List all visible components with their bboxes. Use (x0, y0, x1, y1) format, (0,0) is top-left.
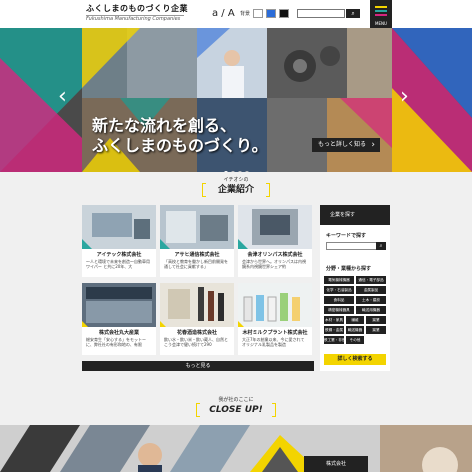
hero-headline-line1: 新たな流れを創る、 (92, 116, 237, 135)
company-photo (82, 283, 156, 327)
company-desc: 会津から世界へ。オリンパスは内視鏡系内視鏡世界シェア約 (242, 259, 306, 269)
closeup-pre-label: 我が社のここに (218, 397, 254, 403)
card-corner-badge (160, 321, 166, 327)
company-name: 会津オリンパス株式会社 (247, 252, 303, 258)
background-label: 背景 (240, 11, 251, 17)
companies-pre-label: イチオシの (223, 177, 249, 183)
category-tag[interactable]: 食料品 (324, 296, 354, 304)
bg-swatch-white[interactable] (253, 9, 263, 18)
menu-label: MENU (375, 21, 387, 26)
card-corner-badge (82, 239, 92, 249)
hero-prev-arrow[interactable]: ‹ (58, 86, 67, 108)
closeup-photos (0, 425, 472, 472)
company-card[interactable]: 花春酒造株式会社 飲い水・飲い米・飲い蔵人、自然とこう会津で健い続けて290 (160, 283, 234, 355)
category-tag[interactable]: 木材・家具 (324, 316, 344, 324)
category-tag[interactable]: 土木・建設 (356, 296, 386, 304)
menu-button[interactable]: MENU (370, 0, 392, 28)
category-tag[interactable]: 化学・石油製品 (324, 286, 354, 294)
closeup-title: CLOSE UP! (209, 405, 263, 415)
hero-pagination (224, 160, 252, 172)
category-tag[interactable]: 窯業 (366, 326, 386, 334)
category-tag[interactable]: その他 (346, 336, 364, 344)
hamburger-icon (375, 6, 387, 18)
category-tag[interactable]: 輸送用機器 (356, 306, 386, 314)
bg-swatch-black[interactable] (279, 9, 289, 18)
site-header: ふくしまのものづくり企業 Fukushima Manufacturing Com… (0, 0, 472, 28)
hero-dot[interactable] (245, 171, 249, 172)
company-photo (238, 205, 312, 249)
category-tag[interactable]: 鉄鋼・金属 (324, 326, 344, 334)
category-tag[interactable]: 精密機械器具 (324, 306, 354, 314)
company-name: アサヒ通信株式会社 (174, 252, 220, 258)
advanced-search-button[interactable]: 詳しく検索する (324, 354, 386, 365)
hero-slider: ‹ › 新たな流れを創る、 ふくしまのものづくり。 もっと詳しく知る (0, 28, 472, 172)
company-name: 株式会社丸大産業 (98, 330, 139, 336)
logo-subtitle: Fukushima Manufacturing Companies (86, 15, 184, 23)
bg-swatch-blue[interactable] (266, 9, 276, 18)
hero-more-button[interactable]: もっと詳しく知る (312, 138, 380, 152)
category-tag[interactable]: 通信・電子部品 (356, 276, 386, 284)
font-size-toggle[interactable]: a / A (212, 8, 235, 19)
search-button[interactable]: ⌕ (346, 9, 360, 18)
category-tag[interactable]: 金属製品 (356, 286, 386, 294)
card-corner-badge (238, 239, 248, 249)
logo-title: ふくしまのものづくり企業 (86, 4, 188, 13)
card-corner-badge (160, 239, 170, 249)
keyword-search-input[interactable] (326, 242, 378, 250)
companies-title: 企業紹介 (217, 185, 254, 195)
category-tag[interactable]: 窯業 (366, 316, 386, 324)
company-name: アイテック株式会社 (96, 252, 142, 258)
company-photo (238, 283, 312, 327)
company-desc: 「高校と教育を働かし新目前開発を通して社会に貢献する」 (164, 259, 228, 269)
company-desc: 〜人と環境で未来を創造〜自動車用ワイパー と共に20年、大 (86, 259, 150, 269)
company-photo (160, 205, 234, 249)
company-card[interactable]: 株式会社丸大産業 総安育生「安心する」をモットーに、弊社社の有形和地の、有限 (82, 283, 156, 355)
keyword-search-label: キーワードで探す (326, 233, 367, 239)
companies-more-button[interactable]: もっと見る (82, 361, 314, 371)
hero-next-arrow[interactable]: › (400, 86, 409, 108)
card-corner-badge (238, 321, 244, 327)
company-desc: 大正7年の創業以来、今に愛されてオリジナル乳製品を製造 (242, 337, 305, 347)
keyword-search-button[interactable]: ⌕ (376, 242, 386, 250)
category-tag[interactable]: 電気機械機器 (324, 276, 354, 284)
company-photo (82, 205, 156, 249)
company-desc: 飲い水・飲い米・飲い蔵人、自然とこう会津で健い続けて290 (164, 337, 228, 347)
category-tag[interactable]: 輸送機器 (346, 326, 364, 334)
company-desc: 総安育生「安心する」をモットーに、弊社社の有形和地の、有限 (86, 337, 146, 347)
page: ふくしまのものづくり企業 Fukushima Manufacturing Com… (0, 0, 472, 472)
category-tag[interactable]: 繊維 (346, 316, 364, 324)
company-card[interactable]: アサヒ通信株式会社 「高校と教育を働かし新目前開発を通して社会に貢献する」 (160, 205, 234, 277)
bracket-right (266, 183, 270, 197)
company-card[interactable]: 木村ミルクプラント株式会社 大正7年の創業以来、今に愛されてオリジナル乳製品を製… (238, 283, 312, 355)
search-panel-header: 企業を探す (320, 205, 390, 225)
card-corner-badge (82, 321, 88, 327)
company-photo (160, 283, 234, 327)
hero-headline-line2: ふくしまのものづくり。 (92, 136, 268, 155)
bracket-right (272, 403, 276, 417)
site-logo[interactable]: ふくしまのものづくり企業 Fukushima Manufacturing Com… (86, 4, 188, 23)
company-card[interactable]: アイテック株式会社 〜人と環境で未来を創造〜自動車用ワイパー と共に20年、大 (82, 205, 156, 277)
hero-headline: 新たな流れを創る、 ふくしまのものづくり。 (92, 116, 268, 156)
company-card[interactable]: 会津オリンパス株式会社 会津から世界へ。オリンパスは内視鏡系内視鏡世界シェア約 (238, 205, 312, 277)
company-name: 木村ミルクプラント株式会社 (242, 330, 308, 336)
search-icon: ⌕ (351, 10, 355, 17)
search-icon: ⌕ (379, 243, 383, 249)
company-name: 花春酒造株式会社 (176, 330, 217, 336)
closeup-slider (0, 425, 472, 472)
category-search-label: 分野・業種から探す (326, 266, 372, 272)
hero-dot[interactable] (231, 171, 235, 172)
hero-dot[interactable] (224, 171, 228, 172)
category-tag[interactable]: 鉄工業・非鉄 (324, 336, 344, 344)
hero-dot[interactable] (238, 171, 242, 172)
closeup-company-label: 株式会社 (304, 456, 368, 472)
search-input[interactable] (297, 9, 345, 18)
